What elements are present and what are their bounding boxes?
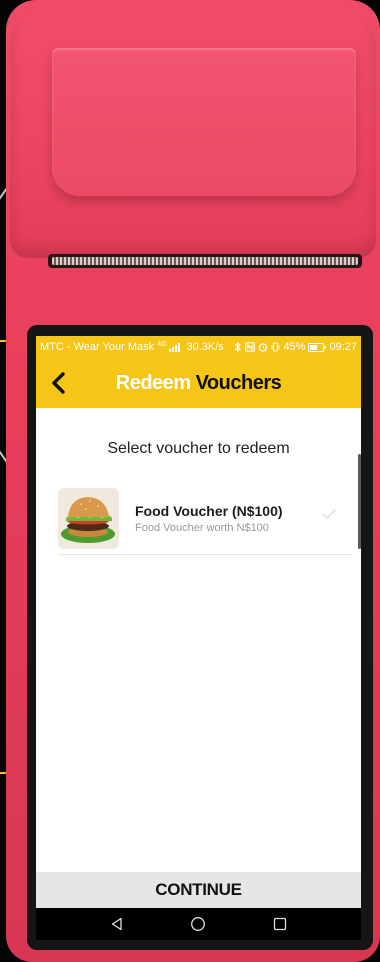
clock-label: 09:27: [329, 341, 357, 353]
receipt-paper-slot: [48, 254, 362, 268]
battery-percent-label: 45%: [283, 341, 306, 353]
section-heading: Select voucher to redeem: [107, 440, 290, 457]
title-redeem-word: Redeem: [115, 371, 191, 394]
signal-strength-icon: [169, 342, 181, 352]
printer-head: [10, 8, 376, 258]
printer-lid: [52, 48, 356, 196]
chevron-left-icon: [52, 372, 65, 394]
burger-image: [58, 487, 119, 549]
app-header: Redeem Vouchers: [36, 358, 361, 408]
checkmark-icon[interactable]: [321, 506, 337, 522]
nav-home-button[interactable]: [186, 912, 210, 936]
bluetooth-icon: [235, 342, 242, 352]
nfc-icon: [245, 342, 256, 352]
nav-recents-button[interactable]: [268, 912, 292, 936]
voucher-list-item[interactable]: Food Voucher (N$100) Food Voucher worth …: [58, 482, 353, 555]
status-bar: MTC - Wear Your Mask 4G 30.3K/s 45% 09:2…: [36, 336, 361, 358]
back-triangle-icon: [111, 917, 122, 931]
network-type-label: 4G: [157, 340, 167, 348]
scrollbar[interactable]: [358, 454, 361, 549]
page-title: Redeem Vouchers: [115, 371, 282, 395]
voucher-name: Food Voucher (N$100): [135, 502, 283, 519]
home-circle-icon: [191, 917, 206, 931]
vibrate-icon: [271, 342, 280, 352]
recents-square-icon: [273, 917, 287, 931]
battery-icon: [308, 342, 327, 352]
continue-button[interactable]: CONTINUE: [36, 872, 361, 908]
voucher-description: Food Voucher worth N$100: [135, 521, 269, 534]
alarm-icon: [259, 343, 268, 352]
data-speed-label: 30.3K/s: [186, 341, 224, 353]
device-screen: MTC - Wear Your Mask 4G 30.3K/s 45% 09:2…: [36, 336, 361, 940]
nav-back-button[interactable]: [105, 912, 129, 936]
title-vouchers-word: Vouchers: [195, 371, 282, 394]
back-button[interactable]: [42, 366, 76, 400]
voucher-list-panel: Select voucher to redeem Food Voucher (N…: [36, 408, 361, 890]
carrier-label: MTC - Wear Your Mask: [40, 341, 155, 353]
navigation-bar: [36, 908, 361, 940]
tear-bar: [52, 257, 358, 265]
